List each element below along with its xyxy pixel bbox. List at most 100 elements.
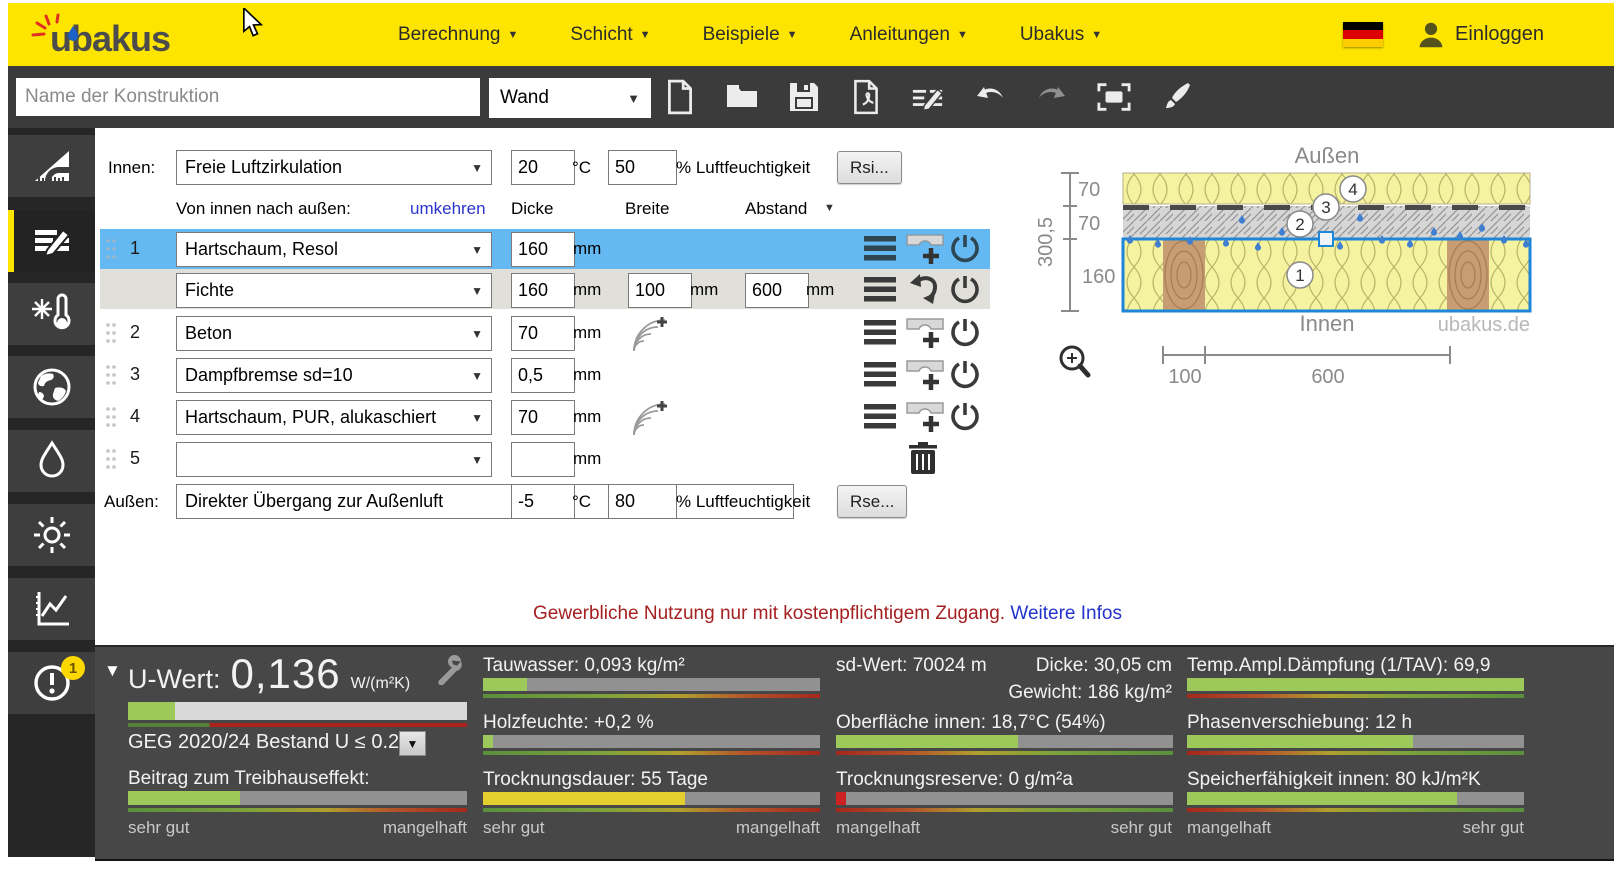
drag-handle-icon[interactable] — [104, 363, 118, 387]
metric-gewicht: Gewicht: 186 kg/m² — [1008, 682, 1172, 704]
layer-menu-icon[interactable] — [864, 362, 896, 388]
thickness-input[interactable] — [511, 400, 575, 435]
layer-menu-icon[interactable] — [864, 236, 896, 262]
toggle-layer-icon[interactable] — [950, 318, 980, 348]
style-brush-button[interactable] — [1159, 76, 1193, 118]
rse-button[interactable]: Rse... — [837, 485, 907, 518]
material-select[interactable]: Hartschaum, Resol▼ — [176, 232, 492, 267]
layer-row-3[interactable]: 3 Dampfbremse sd=10▼ mm — [100, 355, 990, 395]
pdf-export-button[interactable] — [849, 76, 883, 118]
material-select[interactable]: Dampfbremse sd=10▼ — [176, 358, 492, 393]
beam-thickness-input[interactable] — [511, 273, 575, 308]
drag-handle-icon[interactable] — [104, 447, 118, 471]
rsi-button[interactable]: Rsi... — [837, 151, 902, 184]
ubakus-logo[interactable]: ubakus — [30, 13, 210, 64]
layer-row-1[interactable]: 1 Hartschaum, Resol▼ mm — [100, 229, 990, 269]
zoom-icon[interactable] — [1061, 347, 1088, 375]
fullscreen-button[interactable] — [1097, 76, 1131, 118]
greenhouse-label: Beitrag zum Treibhauseffekt: — [128, 768, 370, 790]
beam-material-select[interactable]: Fichte▼ — [176, 273, 492, 308]
diagram-outside-label: Außen — [1295, 143, 1360, 168]
chevron-down-icon: ▼ — [471, 327, 483, 341]
construction-name-input[interactable] — [16, 78, 480, 116]
thickness-input[interactable] — [511, 358, 575, 393]
inside-boundary-select[interactable]: Freie Luftzirkulation▼ — [176, 150, 492, 185]
undo-button[interactable] — [973, 76, 1007, 118]
sidebar-item-moisture[interactable] — [8, 430, 95, 492]
globe-icon — [31, 366, 73, 408]
chevron-down-icon: ▼ — [471, 284, 483, 298]
geg-standard-select[interactable]: ▼ — [399, 731, 426, 756]
german-flag-icon[interactable] — [1343, 22, 1383, 47]
inside-temperature-input[interactable] — [511, 150, 575, 185]
login-button[interactable]: Einloggen — [1417, 20, 1544, 50]
sidebar-item-warnings[interactable]: 1 — [8, 652, 95, 714]
delete-layer-icon[interactable] — [908, 442, 938, 476]
thickness-input[interactable] — [511, 442, 575, 477]
chevron-down-icon: ▼ — [1091, 29, 1102, 41]
add-beam-icon[interactable] — [632, 315, 670, 353]
material-select[interactable]: ▼ — [176, 442, 492, 477]
insert-layer-icon[interactable] — [906, 233, 944, 267]
unit-label: mm — [573, 280, 601, 300]
sidebar-item-charts[interactable] — [8, 578, 95, 640]
sidebar-item-geometry[interactable] — [8, 135, 95, 197]
dim-total: 300,5 — [1035, 217, 1057, 267]
insert-layer-icon[interactable] — [906, 359, 944, 393]
inside-humidity-input[interactable] — [608, 150, 677, 185]
redo-button[interactable] — [1035, 76, 1069, 118]
outside-temperature-input[interactable] — [511, 484, 575, 519]
menu-beispiele[interactable]: Beispiele▼ — [703, 24, 798, 46]
layer-menu-icon[interactable] — [864, 277, 896, 303]
layer-number: 5 — [130, 448, 140, 469]
insert-layer-icon[interactable] — [906, 317, 944, 351]
layer-row-5[interactable]: 5 ▼ mm — [100, 439, 990, 479]
open-folder-button[interactable] — [725, 76, 759, 118]
toggle-layer-icon[interactable] — [950, 402, 980, 432]
thickness-input[interactable] — [511, 316, 575, 351]
collapse-panel-icon[interactable]: ▼ — [104, 661, 121, 681]
commercial-notice: Gewerbliche Nutzung nur mit kostenpflich… — [95, 603, 1560, 625]
wood-stud[interactable] — [1163, 239, 1205, 311]
layer-row-2[interactable]: 2 Beton▼ mm — [100, 313, 990, 353]
chevron-down-icon[interactable]: ▼ — [824, 202, 835, 214]
line-chart-icon — [31, 588, 73, 630]
drag-handle-icon[interactable] — [104, 405, 118, 429]
drag-handle-icon[interactable] — [104, 321, 118, 345]
drag-handle-icon[interactable] — [104, 237, 118, 261]
sidebar-item-layers-editor[interactable] — [8, 210, 95, 272]
save-button[interactable] — [787, 76, 821, 118]
layer-row-1-beam[interactable]: Fichte▼ mm mm mm — [100, 269, 990, 309]
beam-spacing-input[interactable] — [745, 273, 809, 308]
wrench-settings-icon[interactable] — [434, 655, 464, 685]
material-select[interactable]: Hartschaum, PUR, alukaschiert▼ — [176, 400, 492, 435]
layer-row-4[interactable]: 4 Hartschaum, PUR, alukaschiert▼ mm — [100, 397, 990, 437]
menu-berechnung[interactable]: Berechnung▼ — [398, 24, 518, 46]
construction-type-select[interactable]: Wand ▼ — [489, 78, 651, 118]
insert-layer-icon[interactable] — [906, 401, 944, 435]
toggle-layer-icon[interactable] — [950, 275, 980, 305]
toggle-layer-icon[interactable] — [950, 234, 980, 264]
add-beam-icon[interactable] — [632, 399, 670, 437]
menu-ubakus[interactable]: Ubakus▼ — [1020, 24, 1102, 46]
material-select[interactable]: Beton▼ — [176, 316, 492, 351]
chevron-down-icon: ▼ — [471, 411, 483, 425]
outside-humidity-input[interactable] — [608, 484, 677, 519]
reverse-direction-link[interactable]: umkehren — [410, 199, 486, 219]
new-file-button[interactable] — [663, 76, 697, 118]
layer-menu-icon[interactable] — [864, 404, 896, 430]
rotate-beam-icon[interactable] — [908, 273, 940, 305]
more-info-link[interactable]: Weitere Infos — [1010, 603, 1122, 624]
wood-stud[interactable] — [1447, 239, 1489, 311]
layer-menu-icon[interactable] — [864, 320, 896, 346]
beam-width-input[interactable] — [628, 273, 692, 308]
thickness-input[interactable] — [511, 232, 575, 267]
layer-resize-handle[interactable] — [1319, 232, 1333, 246]
menu-anleitungen[interactable]: Anleitungen▼ — [850, 24, 968, 46]
sidebar-item-ecology[interactable] — [8, 356, 95, 418]
toggle-layer-icon[interactable] — [950, 360, 980, 390]
menu-schicht[interactable]: Schicht▼ — [570, 24, 650, 46]
sidebar-item-summer-heat[interactable] — [8, 504, 95, 566]
report-edit-button[interactable] — [911, 76, 945, 118]
sidebar-item-temperature[interactable] — [8, 283, 95, 345]
